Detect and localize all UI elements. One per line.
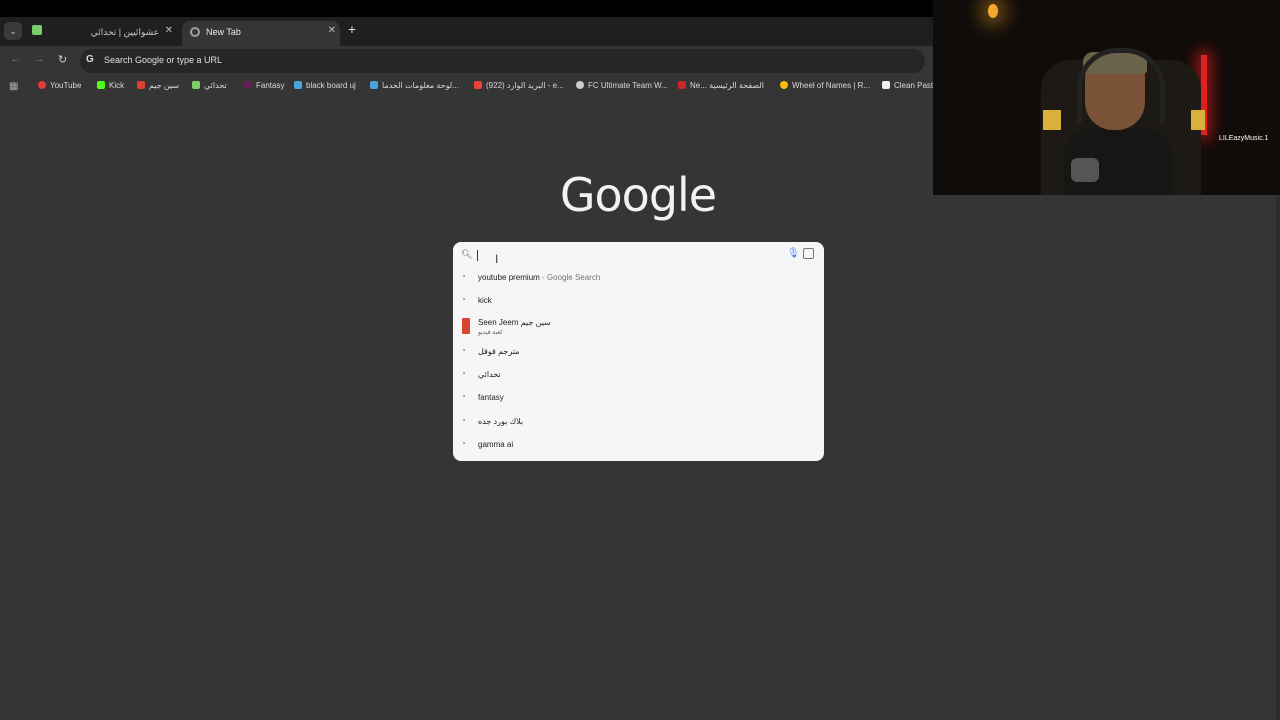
bookmark-tahaddai[interactable]: تحدائي [192,81,227,90]
tab-label: عشوائيين | تحدائي [90,27,159,37]
suggestion-item[interactable]: ◔ kick [453,291,824,313]
microphone [1071,158,1099,182]
search-input[interactable] [477,250,478,261]
history-icon: ◔ [461,346,466,355]
forward-arrow-icon[interactable]: → [34,53,45,65]
bookmark-homepage[interactable]: Ne... الصفحة الرئيسية [678,81,764,90]
dashboard-icon [370,81,378,89]
kick-icon [97,81,105,89]
bookmark-seen-jeem[interactable]: سين جيم [137,81,179,90]
bookmark-clean-past[interactable]: Clean Past [882,81,933,90]
history-icon: ◔ [461,392,466,401]
suggestion-item[interactable]: ◔ fantasy [453,388,824,410]
tab-new-tab[interactable]: New Tab ✕ [182,21,340,46]
reload-icon[interactable]: ↻ [58,53,67,66]
history-icon: ◔ [461,369,466,378]
search-icon: 🔍︎ [461,249,473,259]
streamer-handle: LILEazyMusic.1 [1219,135,1269,142]
bookmark-youtube[interactable]: YouTube [38,81,81,90]
chrome-icon [190,27,200,37]
bookmark-inbox[interactable]: (922) البريد الوارد - e... [474,81,564,90]
tab-group-icon[interactable] [32,25,42,35]
blackboard-icon [294,81,302,89]
tab-search-button[interactable]: ⌄ [4,22,22,40]
toolbar: ← → ↻ G Search Google or type a URL [0,46,933,76]
suggestion-item[interactable]: ◔ بلاك بورد جده [453,412,824,434]
scrollbar[interactable] [1276,195,1280,720]
bookmark-blackboard[interactable]: black board uj [294,81,356,90]
mail-icon [474,81,482,89]
fantasy-icon [244,81,252,89]
document-icon [882,81,890,89]
bookmark-kick[interactable]: Kick [97,81,124,90]
streamer [1063,40,1173,195]
apps-grid-icon[interactable]: ▦ [9,81,18,92]
chair-accent [1043,110,1061,130]
suggestion-item[interactable]: ◔ مترجم قوقل [453,342,824,364]
bookmark-fantasy[interactable]: Fantasy [244,81,284,90]
globe-icon [576,81,584,89]
tab-tahaddai[interactable]: عشوائيين | تحدائي ✕ [45,21,177,46]
suggestion-item[interactable]: Seen Jeem سين جيم لعبة فيديو [453,314,824,340]
seen-jeem-thumbnail [462,318,470,334]
address-bar-placeholder: Search Google or type a URL [104,55,223,65]
history-icon: ◔ [461,295,466,304]
history-icon: ◔ [461,272,466,281]
lamp-light [988,4,998,18]
address-bar[interactable]: G Search Google or type a URL [80,49,925,73]
webcam-overlay: LILEazyMusic.1 [933,0,1280,195]
close-icon[interactable]: ✕ [165,25,173,36]
tahaddai-icon [192,81,200,89]
history-icon: ◔ [461,416,466,425]
close-icon[interactable]: ✕ [328,25,336,36]
bookmarks-bar: ▦ YouTube Kick سين جيم تحدائي Fantasy bl… [0,76,933,98]
microphone-icon[interactable]: 🎙︎ [787,248,800,259]
new-tab-button[interactable]: + [345,22,359,36]
wheel-icon [780,81,788,89]
history-icon: ◔ [461,439,466,448]
chair-accent [1191,110,1205,130]
seen-jeem-icon [137,81,145,89]
netflix-icon [678,81,686,89]
tab-label: New Tab [206,27,241,37]
text-cursor-icon: I [495,252,499,266]
search-dropdown: 🔍︎ I 🎙︎ ◔ youtube premium - Google Searc… [453,242,824,461]
back-arrow-icon[interactable]: ← [10,53,21,65]
bookmark-fc-ultimate-team[interactable]: FC Ultimate Team W... [576,81,668,90]
headset-icon [1077,48,1165,123]
suggestion-item[interactable]: ◔ gamma ai [453,435,824,457]
google-lens-icon[interactable] [803,248,814,259]
tab-strip: ⌄ عشوائيين | تحدائي ✕ New Tab ✕ + [0,17,933,46]
google-icon: G [86,54,94,65]
bookmark-wheel-of-names[interactable]: Wheel of Names | R... [780,81,870,90]
suggestion-item[interactable]: ◔ تحدائي [453,365,824,387]
suggestion-item[interactable]: ◔ youtube premium - Google Search [453,268,824,290]
bookmark-services-dashboard[interactable]: لوحة معلومات الخدما... [370,81,459,90]
youtube-icon [38,81,46,89]
